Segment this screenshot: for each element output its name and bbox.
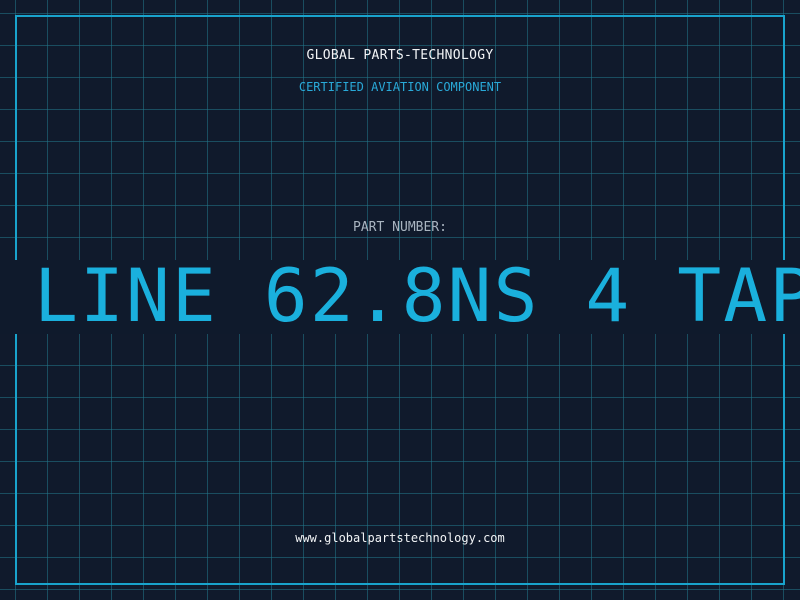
part-number-value: LINE 62.8NS 4 TAP (34, 260, 800, 334)
company-name: GLOBAL PARTS-TECHNOLOGY (306, 48, 494, 63)
website-url: www.globalpartstechnology.com (295, 531, 505, 545)
part-number-band: LINE 62.8NS 4 TAP (0, 260, 800, 334)
certification-tagline: CERTIFIED AVIATION COMPONENT (298, 80, 502, 94)
part-number-label: PART NUMBER: (353, 220, 447, 235)
